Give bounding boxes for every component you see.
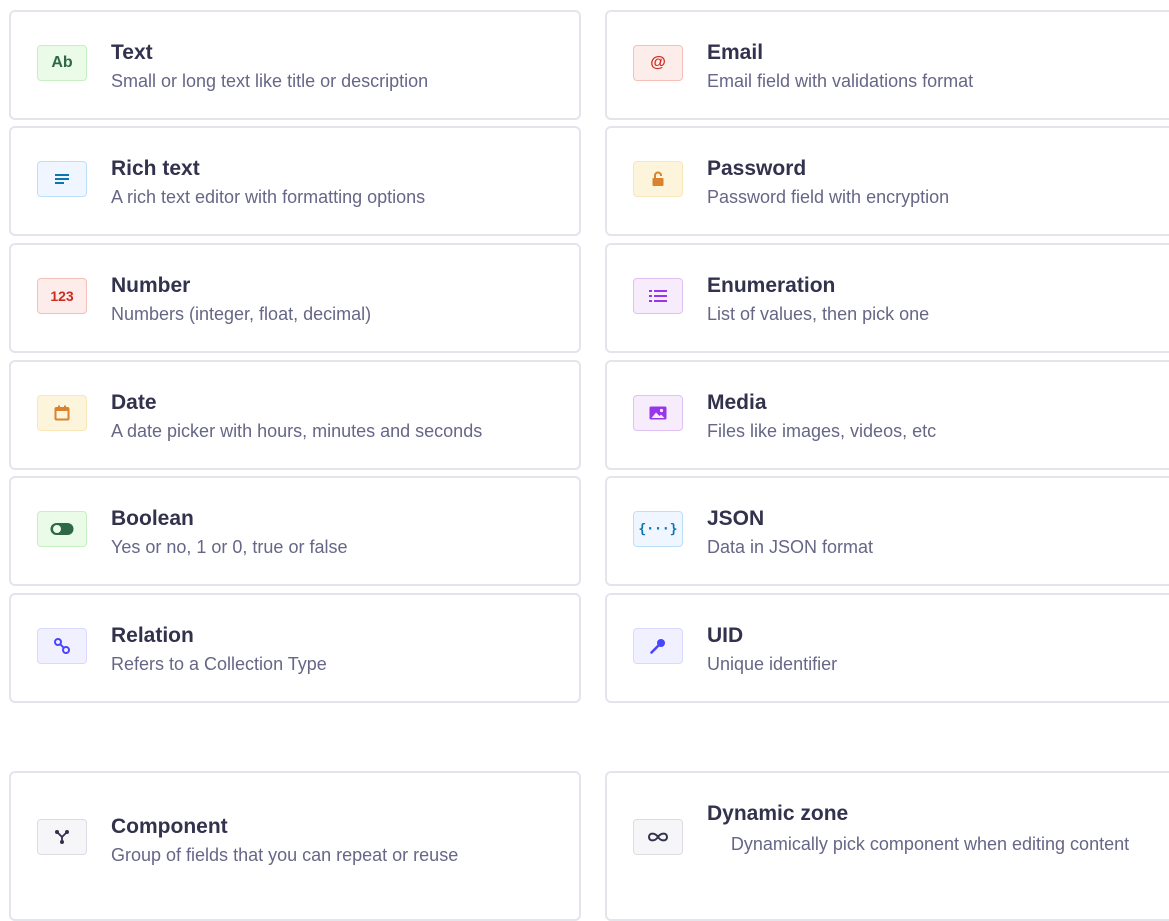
field-type-description: Yes or no, 1 or 0, true or false [111, 537, 348, 557]
lock-icon [633, 161, 683, 197]
field-type-description: Unique identifier [707, 654, 838, 674]
field-type-title: Email [707, 41, 764, 64]
field-type-relation[interactable]: Relation Refers to a Collection Type [9, 593, 581, 703]
field-type-title: Dynamic zone [707, 802, 849, 825]
field-type-description: Small or long text like title or descrip… [111, 71, 429, 91]
field-type-component[interactable]: Component Group of fields that you can r… [9, 771, 581, 921]
field-type-uid[interactable]: UID Unique identifier [605, 593, 1169, 703]
component-icon [37, 819, 87, 855]
calendar-icon [37, 395, 87, 431]
field-type-description: A date picker with hours, minutes and se… [111, 421, 483, 441]
field-type-title: Text [111, 41, 153, 64]
field-type-title: Rich text [111, 157, 200, 180]
json-icon: {···} [633, 511, 683, 547]
field-type-rich-text[interactable]: Rich text A rich text editor with format… [9, 126, 581, 236]
toggle-icon [37, 511, 87, 547]
number-icon: 123 [37, 278, 87, 314]
field-type-title: Boolean [111, 507, 194, 530]
field-type-boolean[interactable]: Boolean Yes or no, 1 or 0, true or false [9, 476, 581, 586]
field-type-description: Email field with validations format [707, 71, 974, 91]
field-type-password[interactable]: Password Password field with encryption [605, 126, 1169, 236]
text-icon: Ab [37, 45, 87, 81]
field-type-title: JSON [707, 507, 765, 530]
field-type-description: Refers to a Collection Type [111, 654, 327, 674]
field-type-title: Component [111, 815, 228, 838]
field-type-description: Numbers (integer, float, decimal) [111, 304, 372, 324]
field-type-text[interactable]: Ab Text Small or long text like title or… [9, 10, 581, 120]
field-type-title: Enumeration [707, 274, 836, 297]
infinity-icon [633, 819, 683, 855]
key-icon [633, 628, 683, 664]
field-type-description: Files like images, videos, etc [707, 421, 937, 441]
field-type-description: Password field with encryption [707, 187, 950, 207]
field-type-description: A rich text editor with formatting optio… [111, 187, 426, 207]
field-type-title: Password [707, 157, 807, 180]
field-type-title: Number [111, 274, 191, 297]
field-type-dynamic-zone[interactable]: Dynamic zone Dynamically pick component … [605, 771, 1169, 921]
field-type-description: Dynamically pick component when editing … [730, 834, 1130, 854]
email-icon: @ [633, 45, 683, 81]
field-type-json[interactable]: {···} JSON Data in JSON format [605, 476, 1169, 586]
field-type-title: Date [111, 391, 157, 414]
field-type-title: UID [707, 624, 744, 647]
field-type-description: Data in JSON format [707, 537, 874, 557]
field-type-description: Group of fields that you can repeat or r… [111, 845, 459, 865]
field-type-number[interactable]: 123 Number Numbers (integer, float, deci… [9, 243, 581, 353]
field-type-email[interactable]: @ Email Email field with validations for… [605, 10, 1169, 120]
field-type-title: Media [707, 391, 767, 414]
list-icon [633, 278, 683, 314]
relation-icon [37, 628, 87, 664]
rich-text-icon [37, 161, 87, 197]
field-type-date[interactable]: Date A date picker with hours, minutes a… [9, 360, 581, 470]
media-icon [633, 395, 683, 431]
field-type-media[interactable]: Media Files like images, videos, etc [605, 360, 1169, 470]
field-type-description: List of values, then pick one [707, 304, 930, 324]
field-type-enumeration[interactable]: Enumeration List of values, then pick on… [605, 243, 1169, 353]
field-type-title: Relation [111, 624, 194, 647]
